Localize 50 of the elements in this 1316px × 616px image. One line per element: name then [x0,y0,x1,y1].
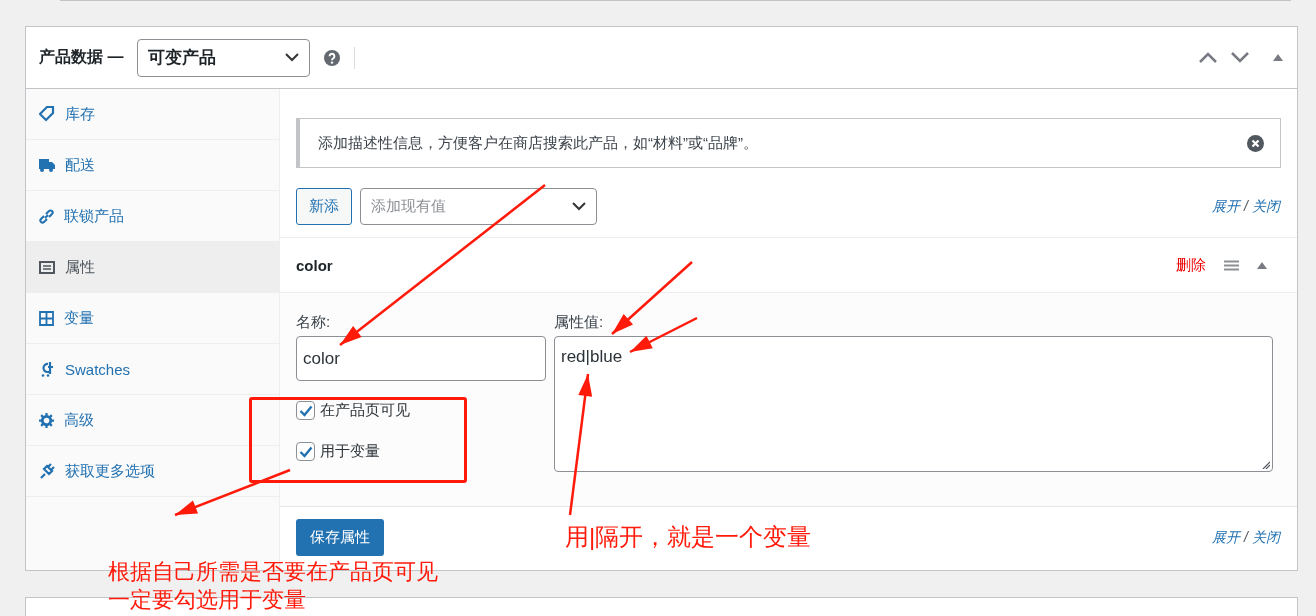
tag-icon [39,106,55,122]
checkbox[interactable] [296,401,315,420]
values-textarea[interactable]: red|blue [554,336,1273,472]
link-separator: / [1244,528,1248,547]
truck-icon [39,158,55,172]
close-link[interactable]: 关闭 [1252,528,1280,547]
resize-grip-icon[interactable] [1262,461,1270,469]
notice-text: 添加描述性信息，方便客户在商店搜索此产品，如“材料”或“品牌”。 [318,133,758,153]
annotation-text: 用|隔开，就是一个变量 [565,522,812,552]
expand-link[interactable]: 展开 [1212,197,1241,216]
checkbox-option[interactable]: 用于变量 [296,442,546,461]
field-label: 名称: [296,313,332,332]
existing-value-select[interactable]: 添加现有值 [360,188,597,225]
collapse-icon[interactable] [1273,54,1283,61]
checkbox-option[interactable]: 在产品页可见 [296,401,546,420]
list-icon [39,260,55,274]
grid-icon [39,310,54,326]
chevron-down-icon [285,53,300,62]
collapse-icon[interactable] [1257,261,1267,269]
panel-title: 产品数据 — [39,47,124,67]
drag-handle-icon[interactable] [1224,259,1239,271]
sidebar-item[interactable]: 变量 [26,293,279,344]
name-input[interactable]: color [296,336,546,381]
sidebar-item[interactable]: 库存 [26,89,279,140]
gear-icon [39,412,54,428]
field-label: 属性值: [554,313,605,332]
swatch-icon [39,361,55,377]
sidebar-item[interactable]: 获取更多选项 [26,446,279,497]
save-attributes-button[interactable]: 保存属性 [296,519,384,556]
checkbox[interactable] [296,442,315,461]
attribute-heading[interactable]: color [296,256,333,274]
chevron-down-icon [572,202,586,211]
remove-link[interactable]: 删除 [1176,255,1206,275]
product-type-select[interactable]: 可变产品 [137,38,311,77]
sidebar-item[interactable]: 属性 [26,242,279,293]
close-link[interactable]: 关闭 [1252,197,1280,216]
help-icon[interactable] [324,49,341,66]
sidebar-item[interactable]: 配送 [26,140,279,191]
plug-icon [39,463,55,479]
link-separator: / [1244,197,1248,216]
sidebar-item[interactable]: 高级 [26,395,279,446]
close-icon[interactable] [1247,134,1264,152]
add-new-button[interactable]: 新添 [296,188,352,225]
annotation-text: 一定要勾选用于变量 [108,586,307,614]
link-icon [39,208,54,224]
move-up-icon[interactable] [1199,52,1217,63]
move-down-icon[interactable] [1231,52,1249,63]
sidebar-item[interactable]: Swatches [26,344,279,395]
annotation-text: 根据自己所需是否要在产品页可见 [108,558,438,586]
expand-link[interactable]: 展开 [1212,528,1241,547]
